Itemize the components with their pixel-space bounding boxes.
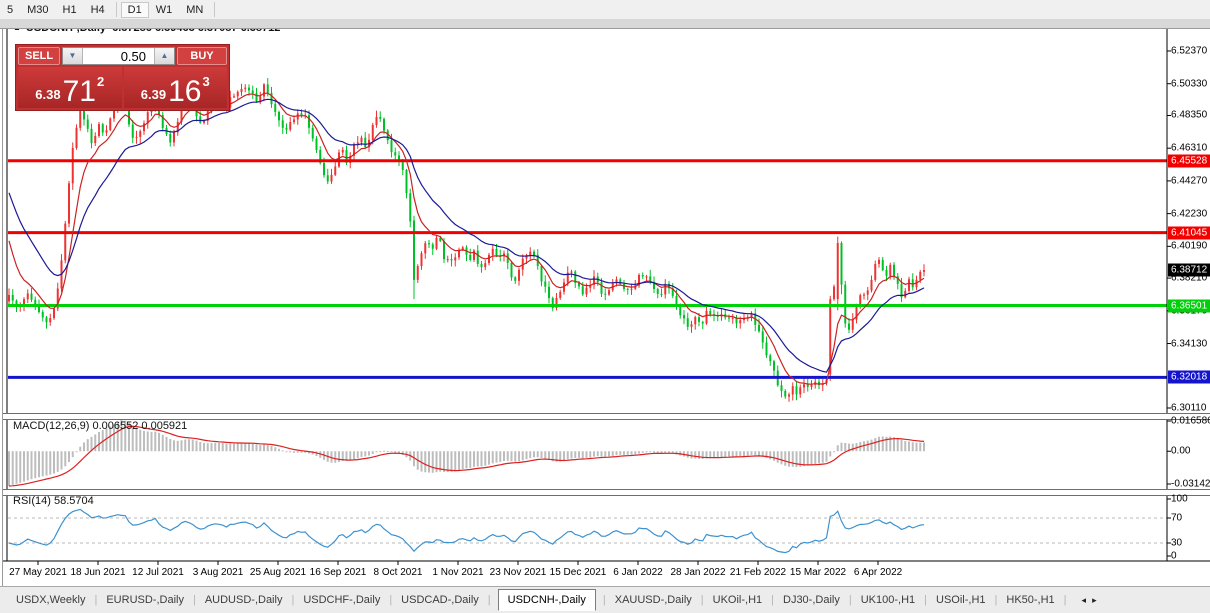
chart-tab-xauusd-[interactable]: XAUUSD-,Daily [613,591,694,609]
date-axis-label: 21 Feb 2022 [730,567,786,578]
sell-button[interactable]: SELL [18,47,60,65]
date-axis-label: 1 Nov 2021 [432,567,483,578]
rsi-label: RSI(14) 58.5704 [13,495,94,507]
tab-separator: | [701,594,704,606]
chart-tab-ukoil-[interactable]: UKOil-,H1 [711,591,765,609]
volume-increase-button[interactable]: ▲ [154,48,174,64]
tab-separator: | [771,594,774,606]
tab-separator: | [94,594,97,606]
macd-axis-label: 0.016586 [1171,416,1210,427]
buy-price-pips: 16 [168,79,201,105]
trade-panel: SELL ▼ 0.50 ▲ BUY 6.38712 6.39163 [15,44,230,111]
rsi-axis-label: 0 [1171,551,1177,562]
timeframe-button-h4[interactable]: H4 [84,2,112,18]
macd-axis-label: -0.031421 [1171,479,1210,490]
price-level-badge: 6.41045 [1168,226,1210,239]
tab-separator: | [488,594,491,606]
price-axis-tick: 6.30110 [1171,403,1206,414]
sell-price-box[interactable]: 6.38712 [18,67,122,108]
rsi-axis-label: 30 [1171,538,1182,549]
volume-spinner: ▼ 0.50 ▲ [62,47,175,65]
toolbar-separator [214,2,215,17]
tab-separator: | [849,594,852,606]
window-left-edge [2,28,3,586]
price-axis-tick: 6.50330 [1171,78,1207,89]
sell-price-major: 6.38 [35,87,60,102]
window-chrome-band [0,19,1210,29]
rsi-axis-label: 70 [1171,513,1182,524]
date-axis-label: 6 Apr 2022 [854,567,902,578]
timeframe-button-m30[interactable]: M30 [20,2,55,18]
sell-price-pips: 71 [63,79,96,105]
chart-tab-hk50-[interactable]: HK50-,H1 [1004,591,1056,609]
timeframe-button-h1[interactable]: H1 [56,2,84,18]
down-arrow-icon: ▼ [69,51,77,60]
tab-scroll-left-icon[interactable]: ◂ [1082,595,1093,605]
sell-price-point: 2 [97,74,104,89]
price-level-badge: 6.45528 [1168,154,1210,167]
volume-decrease-button[interactable]: ▼ [63,48,83,64]
macd-label: MACD(12,26,9) 0.006552 0.005921 [13,420,187,432]
date-axis-label: 23 Nov 2021 [490,567,547,578]
chart-tab-usdchf-[interactable]: USDCHF-,Daily [301,591,382,609]
tab-separator: | [389,594,392,606]
chart-tab-uk100-[interactable]: UK100-,H1 [859,591,917,609]
buy-price-box[interactable]: 6.39163 [124,67,228,108]
chart-tab-dj30-[interactable]: DJ30-,Daily [781,591,842,609]
price-axis-tick: 6.42230 [1171,208,1207,219]
date-axis-label: 25 Aug 2021 [250,567,306,578]
price-axis-tick: 6.40190 [1171,241,1207,252]
chart-tab-bar: USDX,Weekly | EURUSD-,Daily | AUDUSD-,Daily |… [0,586,1210,613]
chart-tab-usdcnh-[interactable]: USDCNH-,Daily [498,589,596,611]
chart-tab-eurusd-[interactable]: EURUSD-,Daily [104,591,186,609]
tab-separator: | [291,594,294,606]
rsi-axis-label: 100 [1171,494,1188,505]
pane-splitter-macd[interactable] [3,413,1210,420]
date-axis-label: 8 Oct 2021 [374,567,423,578]
buy-price-point: 3 [202,74,209,89]
timeframe-button-d1[interactable]: D1 [121,2,149,18]
chart-tab-usoil-[interactable]: USOil-,H1 [934,591,988,609]
price-level-badge: 6.36501 [1168,299,1210,312]
date-axis-label: 12 Jul 2021 [132,567,184,578]
date-axis-label: 6 Jan 2022 [613,567,663,578]
date-axis-label: 15 Dec 2021 [550,567,607,578]
tab-scroll-right-icon[interactable]: ▸ [1092,595,1103,605]
tab-separator: | [603,594,606,606]
buy-price-major: 6.39 [141,87,166,102]
macd-axis-label: 0.00 [1171,446,1190,457]
date-axis-label: 16 Sep 2021 [310,567,367,578]
price-axis-tick: 6.52370 [1171,46,1207,57]
date-axis-label: 27 May 2021 [9,567,67,578]
toolbar-separator [116,2,117,17]
price-axis-tick: 6.44270 [1171,175,1207,186]
price-axis-tick: 6.46310 [1171,143,1207,154]
tab-separator: | [995,594,998,606]
up-arrow-icon: ▲ [161,51,169,60]
timeframe-button-mn[interactable]: MN [179,2,210,18]
tab-separator: | [1064,594,1067,606]
buy-button[interactable]: BUY [177,47,227,65]
chart-tab-usdcad-[interactable]: USDCAD-,Daily [399,591,481,609]
timeframe-button-w1[interactable]: W1 [149,2,180,18]
tab-scroll-arrows: ◂▸ [1082,595,1103,606]
price-axis-tick: 6.34130 [1171,338,1207,349]
pane-splitter-rsi[interactable] [3,489,1210,496]
price-level-badge: 6.38712 [1168,264,1210,277]
chart-tab-usdx[interactable]: USDX,Weekly [14,591,87,609]
price-axis-tick: 6.48350 [1171,110,1207,121]
date-axis-label: 28 Jan 2022 [670,567,725,578]
tab-separator: | [924,594,927,606]
timeframe-button-5[interactable]: 5 [0,2,20,18]
tab-separator: | [193,594,196,606]
volume-input[interactable]: 0.50 [83,48,154,64]
date-axis-label: 18 Jun 2021 [70,567,125,578]
chart-tab-audusd-[interactable]: AUDUSD-,Daily [203,591,285,609]
price-level-badge: 6.32018 [1168,371,1210,384]
timeframe-toolbar: 5M30H1H4 D1W1MN [0,0,1210,19]
date-axis-label: 3 Aug 2021 [193,567,244,578]
date-axis-label: 15 Mar 2022 [790,567,846,578]
